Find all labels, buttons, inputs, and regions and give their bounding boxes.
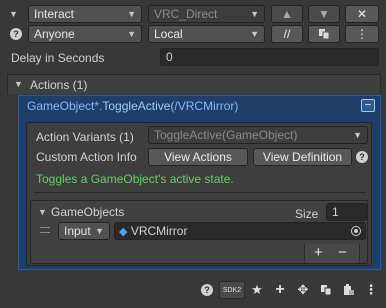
add-element-button[interactable]: +	[314, 245, 323, 261]
actions-title: Actions (1)	[30, 78, 88, 92]
chevron-down-icon: ▼	[127, 29, 136, 39]
actions-foldout-arrow: ▼	[14, 79, 23, 89]
gameobjects-foldout-arrow[interactable]: ▼	[38, 204, 47, 220]
plus-icon: +	[275, 281, 285, 298]
down-arrow-icon: ▼	[318, 7, 330, 21]
drag-handle-icon[interactable]	[40, 227, 50, 233]
divider	[34, 192, 366, 193]
event-type-value: Interact	[34, 7, 75, 21]
remove-action-button[interactable]: −	[361, 99, 375, 112]
target-component-value: VRC_Direct	[154, 7, 218, 21]
action-description: Toggles a GameObject's active state.	[36, 172, 234, 186]
close-icon: ✕	[356, 7, 368, 21]
move-icon: ✥	[297, 282, 309, 297]
chevron-down-icon: ▼	[353, 130, 362, 140]
paste-icon	[344, 284, 354, 295]
action-entry-title[interactable]: GameObject*.ToggleActive(/VRCMirror)	[27, 98, 238, 114]
view-actions-button[interactable]: View Actions	[148, 148, 248, 166]
help-icon[interactable]: ?	[356, 151, 368, 163]
view-definition-label: View Definition	[262, 150, 343, 164]
star-icon: ★	[251, 282, 263, 297]
gameobject-field[interactable]: ◆ VRCMirror	[114, 222, 366, 240]
sdk2-button[interactable]: SDK2	[219, 281, 245, 299]
gameobject-value: VRCMirror	[130, 224, 188, 238]
cube-icon: ◆	[119, 226, 128, 238]
chevron-down-icon: ▼	[127, 9, 136, 19]
actions-header[interactable]: ▼ Actions (1)	[7, 74, 381, 94]
up-arrow-icon: ▲	[281, 7, 293, 21]
chevron-down-icon: ▼	[250, 9, 259, 19]
action-entry-prefix: GameObject*.	[27, 99, 103, 113]
action-variants-label: Action Variants (1)	[36, 130, 134, 144]
gameobjects-label: GameObjects	[51, 205, 125, 219]
broadcast-type-value: Anyone	[34, 27, 75, 41]
action-entry-arg: (/VRCMirror)	[170, 99, 239, 113]
object-picker-icon[interactable]	[351, 226, 361, 236]
view-actions-label: View Actions	[164, 150, 232, 164]
size-input[interactable]: 1	[326, 203, 367, 221]
delay-input[interactable]: 0	[160, 48, 379, 66]
paste-trigger-button[interactable]	[341, 281, 357, 299]
list-footer: + −	[304, 244, 360, 264]
copy-icon	[319, 29, 330, 40]
copy-icon	[321, 285, 332, 296]
sdk2-label: SDK2	[222, 287, 242, 294]
chevron-down-icon: ▼	[95, 226, 104, 236]
add-trigger-button[interactable]: +	[272, 281, 288, 299]
event-type-dropdown[interactable]: Interact ▼	[28, 5, 142, 23]
custom-action-info-label: Custom Action Info	[36, 150, 137, 164]
input-mode-value: Input	[64, 224, 91, 238]
view-definition-button[interactable]: View Definition	[253, 148, 352, 166]
action-variant-value: ToggleActive(GameObject)	[154, 128, 298, 142]
copy-trigger-button[interactable]	[318, 281, 334, 299]
trigger-menu-button[interactable]: ⋮	[364, 281, 378, 299]
minus-icon: −	[364, 99, 372, 111]
move-up-button[interactable]: ▲	[271, 5, 303, 23]
remove-element-button[interactable]: −	[338, 245, 347, 261]
help-icon[interactable]: ?	[10, 28, 22, 40]
move-button[interactable]: ✥	[295, 281, 311, 299]
comment-button[interactable]: //	[271, 25, 303, 43]
action-entry-method: ToggleActive	[102, 99, 171, 113]
broadcast-type-dropdown[interactable]: Anyone ▼	[28, 25, 142, 43]
copy-button[interactable]	[308, 25, 340, 43]
help-icon[interactable]: ?	[201, 284, 213, 296]
move-down-button[interactable]: ▼	[308, 5, 340, 23]
size-label: Size	[295, 207, 319, 221]
favorite-button[interactable]: ★	[249, 281, 265, 299]
remove-trigger-button[interactable]: ✕	[345, 5, 379, 23]
local-value: Local	[154, 27, 183, 41]
comment-icon: //	[283, 27, 291, 41]
more-menu-button[interactable]: ⋮	[345, 25, 379, 43]
local-dropdown[interactable]: Local ▼	[148, 25, 265, 43]
chevron-down-icon: ▼	[250, 29, 259, 39]
input-mode-dropdown[interactable]: Input ▼	[58, 222, 110, 240]
action-variant-dropdown: ToggleActive(GameObject) ▼	[148, 126, 368, 144]
delay-label: Delay in Seconds	[11, 51, 105, 65]
kebab-menu-icon: ⋮	[356, 27, 368, 41]
trigger-foldout-arrow[interactable]: ▼	[9, 6, 18, 22]
target-component-dropdown: VRC_Direct ▼	[148, 5, 265, 23]
